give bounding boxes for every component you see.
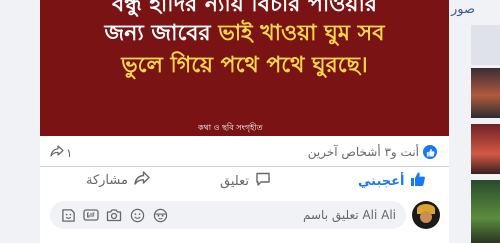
comment-placeholder: تعليق باسم Ali Ali <box>303 208 396 222</box>
post-stats: ١ أنت و٣ أشخاص آخرين <box>40 142 449 162</box>
like-label: أعجبني <box>358 173 405 189</box>
shares-count[interactable]: ١ <box>50 145 72 160</box>
shares-count-value: ١ <box>66 145 73 160</box>
photo-thumbnail[interactable] <box>471 180 500 243</box>
reactions-text: أنت و٣ أشخاص آخرين <box>307 145 419 159</box>
right-panel-title[interactable]: صور <box>451 2 475 17</box>
image-text-line-2: জন্য জাবের ভাই খাওয়া ঘুম সব <box>40 21 449 47</box>
camera-icon[interactable] <box>106 207 122 223</box>
reactions-summary[interactable]: أنت و٣ أشخاص آخرين <box>308 145 437 159</box>
post-image[interactable]: বন্ধু হাদির ন্যায় বিচার পাওয়ার জন্য জা… <box>40 0 449 136</box>
share-label: مشاركة <box>86 172 128 188</box>
comment-icon <box>255 171 271 191</box>
image-text-line-3: ভুলে গিয়ে পথে পথে ঘুরছে। <box>121 53 368 78</box>
composer-tools <box>60 207 168 223</box>
comment-label: تعليق <box>220 173 249 189</box>
post-actions: مشاركة تعليق أعجبني <box>40 166 449 191</box>
share-button[interactable]: مشاركة <box>86 171 150 189</box>
photo-thumbnail[interactable] <box>471 124 500 174</box>
share-icon <box>134 171 150 189</box>
right-panel: صور <box>449 0 500 243</box>
image-text-line-1: বন্ধু হাদির ন্যায় বিচার পাওয়ার <box>112 0 377 17</box>
like-button[interactable]: أعجبني <box>358 171 426 191</box>
emoji-icon[interactable] <box>129 207 145 223</box>
gif-icon[interactable] <box>83 207 99 223</box>
comment-button[interactable]: تعليق <box>220 171 271 191</box>
post-card: বন্ধু হাদির ন্যায় বিচার পাওয়ার জন্য জা… <box>40 0 449 243</box>
avatar-sticker-icon[interactable] <box>152 207 168 223</box>
image-text-line-2-start: জন্য জাবের <box>104 21 219 46</box>
photo-thumbnail[interactable] <box>471 68 500 118</box>
comment-composer: تعليق باسم Ali Ali <box>40 199 449 235</box>
like-reaction-icon <box>423 145 437 159</box>
share-arrow-icon <box>50 145 64 160</box>
thumbs-up-icon <box>410 171 426 191</box>
avatar[interactable] <box>412 201 440 229</box>
avatar-face <box>420 211 432 223</box>
comment-input[interactable]: تعليق باسم Ali Ali <box>50 201 406 229</box>
image-text-line-2-highlight: ভাই খাওয়া ঘুম সব <box>218 21 385 46</box>
right-panel-card <box>471 25 500 65</box>
sticker-icon[interactable] <box>60 207 76 223</box>
image-credit: কথা ও ছবি সংগৃহীত <box>198 123 263 132</box>
